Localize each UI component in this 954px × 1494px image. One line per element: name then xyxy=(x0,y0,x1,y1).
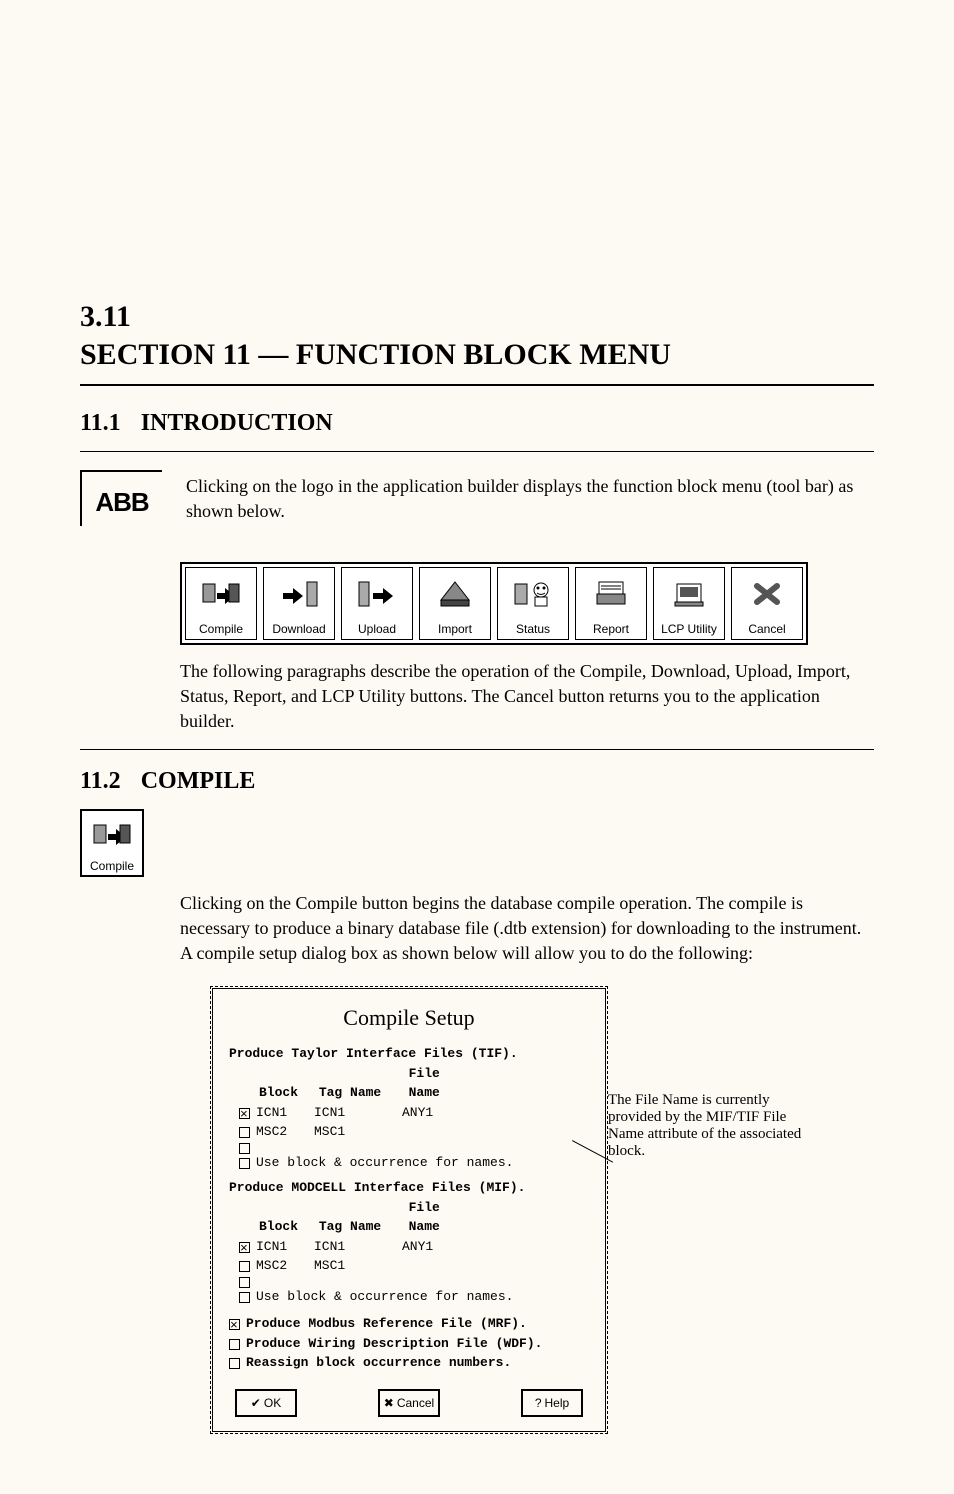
lcp-utility-button[interactable]: LCP Utility xyxy=(653,567,725,640)
compile-setup-dialog: Compile Setup Produce Taylor Interface F… xyxy=(210,986,608,1434)
ok-button[interactable]: ✔ OK xyxy=(235,1389,297,1417)
cell-block: ICN1 xyxy=(256,1103,308,1123)
column-header-file: File Name xyxy=(409,1064,469,1103)
divider xyxy=(80,451,874,452)
import-button[interactable]: Import xyxy=(419,567,491,640)
column-header-tag: Tag Name xyxy=(319,1217,401,1237)
paragraph: The following paragraphs describe the op… xyxy=(180,659,864,735)
checkbox[interactable] xyxy=(239,1127,250,1138)
checkbox[interactable] xyxy=(229,1319,240,1330)
button-label: Report xyxy=(593,622,629,636)
checkbox-label: Use block & occurrence for names. xyxy=(256,1153,513,1173)
button-label: Cancel xyxy=(748,622,785,636)
mif-row xyxy=(239,1276,589,1287)
cancel-button[interactable]: ✖ Cancel xyxy=(378,1389,440,1417)
download-icon xyxy=(279,568,319,620)
button-label: LCP Utility xyxy=(661,622,717,636)
checkbox-label: Produce Modbus Reference File (MRF). xyxy=(246,1314,527,1334)
paragraph: Clicking on the logo in the application … xyxy=(186,470,874,524)
cell-tag: ICN1 xyxy=(314,1237,396,1257)
button-label: Cancel xyxy=(397,1394,434,1412)
cell-file: ANY1 xyxy=(402,1237,462,1257)
checkbox[interactable] xyxy=(239,1242,250,1253)
compile-button[interactable]: Compile xyxy=(185,567,257,640)
check-icon: ✔ xyxy=(251,1394,261,1412)
checkbox-label: Produce Wiring Description File (WDF). xyxy=(246,1334,542,1354)
status-button[interactable]: Status xyxy=(497,567,569,640)
cancel-icon: ✖ xyxy=(384,1394,394,1412)
subsection1-number: 11.1 xyxy=(80,410,121,437)
section-title: SECTION 11 — FUNCTION BLOCK MENU xyxy=(80,338,874,372)
cell-tag: MSC1 xyxy=(314,1256,396,1276)
mif-row: ICN1 ICN1 ANY1 xyxy=(239,1237,589,1257)
checkbox[interactable] xyxy=(239,1108,250,1119)
tif-row: ICN1 ICN1 ANY1 xyxy=(239,1103,589,1123)
produce-wdf-row: Produce Wiring Description File (WDF). xyxy=(229,1334,589,1354)
column-header-file: File Name xyxy=(409,1198,469,1237)
button-label: Status xyxy=(516,622,550,636)
produce-mrf-row: Produce Modbus Reference File (MRF). xyxy=(229,1314,589,1334)
checkbox[interactable] xyxy=(239,1158,250,1169)
column-header-tag: Tag Name xyxy=(319,1083,401,1103)
upload-icon xyxy=(357,568,397,620)
cancel-button[interactable]: Cancel xyxy=(731,567,803,640)
compile-icon xyxy=(201,568,241,620)
column-header-block: Block xyxy=(259,1083,311,1103)
import-icon xyxy=(435,568,475,620)
button-label: Help xyxy=(545,1394,570,1412)
cell-block: MSC2 xyxy=(256,1122,308,1142)
cell-tag: ICN1 xyxy=(314,1103,396,1123)
button-label: Upload xyxy=(358,622,396,636)
mif-use-block-row: Use block & occurrence for names. xyxy=(239,1287,589,1307)
checkbox[interactable] xyxy=(239,1261,250,1272)
tif-row xyxy=(239,1142,589,1153)
download-button[interactable]: Download xyxy=(263,567,335,640)
mif-row: MSC2 MSC1 xyxy=(239,1256,589,1276)
reassign-row: Reassign block occurrence numbers. xyxy=(229,1353,589,1373)
report-icon xyxy=(591,568,631,620)
checkbox-label: Reassign block occurrence numbers. xyxy=(246,1353,511,1373)
help-icon: ? xyxy=(535,1394,542,1412)
cell-block: MSC2 xyxy=(256,1256,308,1276)
compile-button[interactable]: Compile xyxy=(80,809,144,877)
tif-use-block-row: Use block & occurrence for names. xyxy=(239,1153,589,1173)
abb-logo-text: ABB xyxy=(95,487,148,518)
cell-block: ICN1 xyxy=(256,1237,308,1257)
cancel-icon xyxy=(747,568,787,620)
lcp-utility-icon xyxy=(669,568,709,620)
checkbox[interactable] xyxy=(239,1292,250,1303)
checkbox[interactable] xyxy=(229,1358,240,1369)
button-label: OK xyxy=(264,1394,281,1412)
checkbox[interactable] xyxy=(239,1277,250,1288)
abb-logo[interactable]: ABB xyxy=(80,470,162,526)
help-button[interactable]: ? Help xyxy=(521,1389,583,1417)
divider xyxy=(80,384,874,386)
cell-tag: MSC1 xyxy=(314,1122,396,1142)
cell-file: ANY1 xyxy=(402,1103,462,1123)
checkbox[interactable] xyxy=(229,1339,240,1350)
tif-row: MSC2 MSC1 xyxy=(239,1122,589,1142)
button-label: Import xyxy=(438,622,472,636)
subsection1-title: INTRODUCTION xyxy=(141,410,333,437)
button-label: Compile xyxy=(199,622,243,636)
function-block-toolbar: Compile Download Upload Import Status xyxy=(180,562,808,645)
compile-icon xyxy=(92,811,132,859)
status-icon xyxy=(513,568,553,620)
section-number: 3.11 xyxy=(80,300,874,334)
paragraph: Clicking on the Compile button begins th… xyxy=(180,891,864,967)
mif-section-header: Produce MODCELL Interface Files (MIF). xyxy=(229,1178,589,1198)
upload-button[interactable]: Upload xyxy=(341,567,413,640)
button-label: Compile xyxy=(90,859,134,873)
report-button[interactable]: Report xyxy=(575,567,647,640)
callout-annotation: The File Name is currently provided by t… xyxy=(608,1092,808,1160)
tif-section-header: Produce Taylor Interface Files (TIF). xyxy=(229,1044,589,1064)
subsection2-number: 11.2 xyxy=(80,768,121,795)
checkbox[interactable] xyxy=(239,1143,250,1154)
column-header-block: Block xyxy=(259,1217,311,1237)
divider xyxy=(80,749,874,750)
button-label: Download xyxy=(272,622,325,636)
subsection2-title: COMPILE xyxy=(141,768,256,795)
dialog-title: Compile Setup xyxy=(229,1001,589,1034)
checkbox-label: Use block & occurrence for names. xyxy=(256,1287,513,1307)
